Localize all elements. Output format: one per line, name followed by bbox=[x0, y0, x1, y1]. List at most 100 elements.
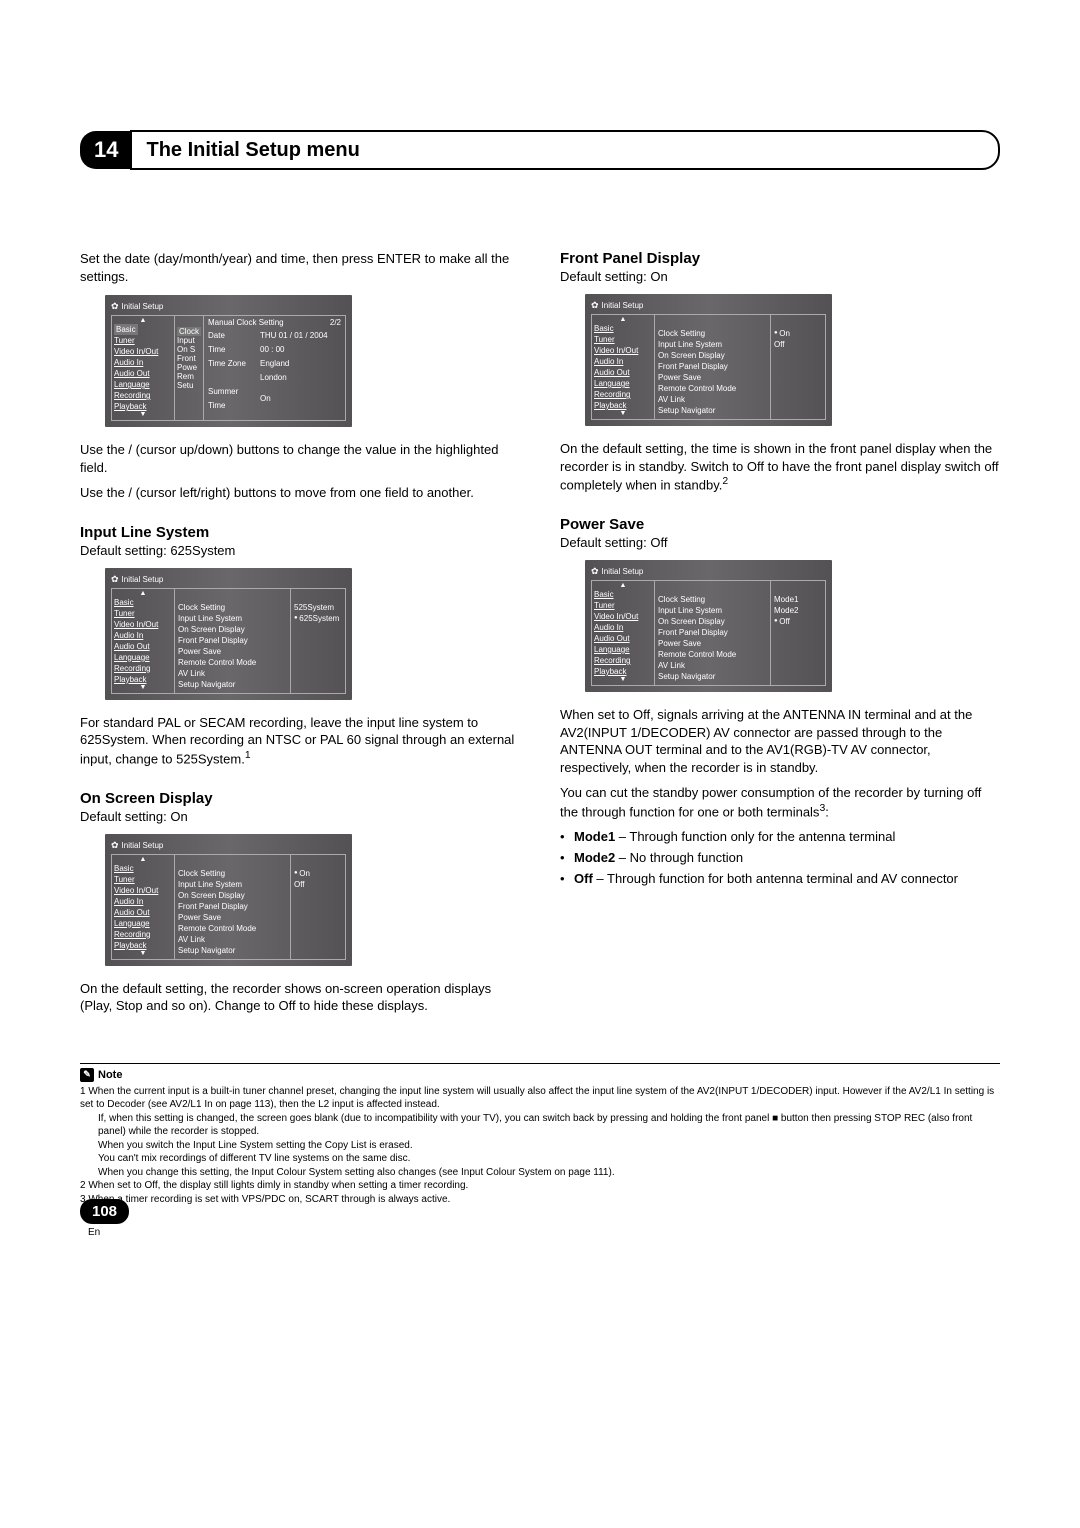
ui-middle-item: Power Save bbox=[178, 646, 287, 657]
ui-sidebar: ▲ Basic Tuner Video In/Out Audio In Audi… bbox=[112, 589, 174, 693]
ui-option: 525System bbox=[294, 602, 342, 613]
sidebar-item: Video In/Out bbox=[114, 346, 172, 357]
ui-option: Off bbox=[294, 879, 342, 890]
ui-middle-item: Input Line System bbox=[178, 613, 287, 624]
right-column: Front Panel Display Default setting: On … bbox=[560, 250, 1000, 1023]
ui-input-line-system: ✿Initial Setup ▲ Basic Tuner Video In/Ou… bbox=[105, 568, 352, 700]
ui-middle-item: On Screen Display bbox=[658, 616, 767, 627]
clock-row-value: 00 : 00 bbox=[260, 343, 284, 357]
sidebar-item: Recording bbox=[114, 663, 172, 674]
ui-middle-item: On Screen Display bbox=[178, 890, 287, 901]
sidebar-item: Audio In bbox=[594, 356, 652, 367]
paw-icon: ✿ bbox=[591, 566, 599, 577]
ui-middle: Clock Setting Input Line System On Scree… bbox=[654, 581, 770, 685]
clock-row-label: Date bbox=[208, 329, 256, 343]
clock-row-label: Time bbox=[208, 343, 256, 357]
sidebar-item: Audio In bbox=[114, 630, 172, 641]
ui-clock-panel: Manual Clock Setting 2/2 DateTHU 01 / 01… bbox=[203, 316, 345, 420]
default-setting: Default setting: On bbox=[80, 809, 520, 824]
ui-middle-item: Setu bbox=[177, 381, 201, 390]
ui-middle-item: Input Line System bbox=[658, 339, 767, 350]
ui-middle: Clock Setting Input Line System On Scree… bbox=[174, 855, 290, 959]
sidebar-item: Basic bbox=[114, 863, 172, 874]
ui-option: Mode2 bbox=[774, 605, 822, 616]
paragraph: You can cut the standby power consumptio… bbox=[560, 784, 1000, 820]
ui-middle-item: Power Save bbox=[178, 912, 287, 923]
sidebar-item: Recording bbox=[594, 389, 652, 400]
clock-row-value: On bbox=[260, 392, 271, 406]
footnote-ref-1: 1 bbox=[245, 750, 251, 761]
sidebar-item: Audio Out bbox=[114, 368, 172, 379]
ui-middle-item: Powe bbox=[177, 363, 201, 372]
paragraph: Use the / (cursor left/right) buttons to… bbox=[80, 484, 520, 502]
sidebar-item: Recording bbox=[114, 390, 172, 401]
ui-middle-item: Front Panel Display bbox=[658, 361, 767, 372]
ui-clock-setting: ✿Initial Setup ▲ Basic Tuner Video In/Ou… bbox=[105, 295, 352, 427]
sidebar-item: Video In/Out bbox=[594, 345, 652, 356]
sidebar-item: Audio Out bbox=[114, 907, 172, 918]
default-setting: Default setting: On bbox=[560, 269, 1000, 284]
sidebar-item: Tuner bbox=[114, 874, 172, 885]
page-language: En bbox=[88, 1227, 100, 1238]
ui-middle-item: Remote Control Mode bbox=[178, 923, 287, 934]
ui-middle-item: Clock bbox=[177, 327, 201, 336]
ui-middle-item: Clock Setting bbox=[658, 594, 767, 605]
note-line: 3 When a timer recording is set with VPS… bbox=[80, 1193, 1000, 1207]
note-line: 1 When the current input is a built-in t… bbox=[80, 1085, 1000, 1112]
intro-text: Set the date (day/month/year) and time, … bbox=[80, 250, 520, 285]
sidebar-item: Video In/Out bbox=[594, 611, 652, 622]
ui-middle: Clock Setting Input Line System On Scree… bbox=[174, 589, 290, 693]
ui-middle-item: Clock Setting bbox=[658, 328, 767, 339]
page-number-badge: 108 bbox=[80, 1199, 129, 1224]
ui-option-selected: Off bbox=[774, 616, 822, 627]
note-line: 2 When set to Off, the display still lig… bbox=[80, 1179, 1000, 1193]
ui-sidebar: ▲ Basic Tuner Video In/Out Audio In Audi… bbox=[592, 315, 654, 419]
ui-title: Initial Setup bbox=[122, 841, 164, 850]
sidebar-item: Language bbox=[114, 918, 172, 929]
ui-option-selected: 625System bbox=[294, 613, 342, 624]
ui-middle-item: On Screen Display bbox=[178, 624, 287, 635]
clock-row-value: THU 01 / 01 / 2004 bbox=[260, 329, 328, 343]
sidebar-item: Recording bbox=[594, 655, 652, 666]
ui-sidebar: ▲ Basic Tuner Video In/Out Audio In Audi… bbox=[592, 581, 654, 685]
ui-middle-item: Front Panel Display bbox=[658, 627, 767, 638]
paragraph: For standard PAL or SECAM recording, lea… bbox=[80, 714, 520, 768]
section-heading-osd: On Screen Display bbox=[80, 790, 520, 807]
sidebar-item: Tuner bbox=[594, 334, 652, 345]
ui-middle-item: Front Panel Display bbox=[178, 901, 287, 912]
list-item: •Mode2 – No through function bbox=[560, 850, 1000, 865]
chapter-title: The Initial Setup menu bbox=[132, 139, 359, 162]
arrow-down-icon: ▼ bbox=[114, 685, 172, 691]
note-heading: ✎ Note bbox=[80, 1068, 1000, 1082]
pencil-icon: ✎ bbox=[80, 1068, 94, 1082]
ui-middle-item: AV Link bbox=[658, 660, 767, 671]
ui-middle-item: On Screen Display bbox=[658, 350, 767, 361]
list-item: •Off – Through function for both antenna… bbox=[560, 871, 1000, 886]
sidebar-item: Basic bbox=[594, 323, 652, 334]
sidebar-item: Audio In bbox=[114, 896, 172, 907]
ui-middle-item: Setup Navigator bbox=[658, 671, 767, 682]
ui-options: 525System 625System bbox=[290, 589, 345, 693]
sidebar-item: Language bbox=[114, 379, 172, 390]
section-heading-power-save: Power Save bbox=[560, 516, 1000, 533]
paw-icon: ✿ bbox=[111, 301, 119, 312]
clock-row-value: London bbox=[260, 371, 287, 385]
section-heading-front-panel: Front Panel Display bbox=[560, 250, 1000, 267]
ui-middle-item: Front Panel Display bbox=[178, 635, 287, 646]
ui-middle-item: Remote Control Mode bbox=[178, 657, 287, 668]
paragraph: Use the / (cursor up/down) buttons to ch… bbox=[80, 441, 520, 476]
sidebar-item: Language bbox=[114, 652, 172, 663]
sidebar-item: Video In/Out bbox=[114, 619, 172, 630]
notes-block: 1 When the current input is a built-in t… bbox=[80, 1085, 1000, 1207]
ui-power-save: ✿Initial Setup ▲ Basic Tuner Video In/Ou… bbox=[585, 560, 832, 692]
clock-row-label: Time Zone bbox=[208, 357, 256, 371]
sidebar-item: Basic bbox=[114, 597, 172, 608]
sidebar-item: Audio Out bbox=[594, 633, 652, 644]
ui-title: Initial Setup bbox=[602, 567, 644, 576]
paw-icon: ✿ bbox=[591, 300, 599, 311]
ui-title: Initial Setup bbox=[122, 302, 164, 311]
ui-option-selected: On bbox=[774, 328, 822, 339]
ui-middle-item: Power Save bbox=[658, 638, 767, 649]
sidebar-item: Tuner bbox=[114, 335, 172, 346]
note-line: When you switch the Input Line System se… bbox=[80, 1139, 1000, 1153]
